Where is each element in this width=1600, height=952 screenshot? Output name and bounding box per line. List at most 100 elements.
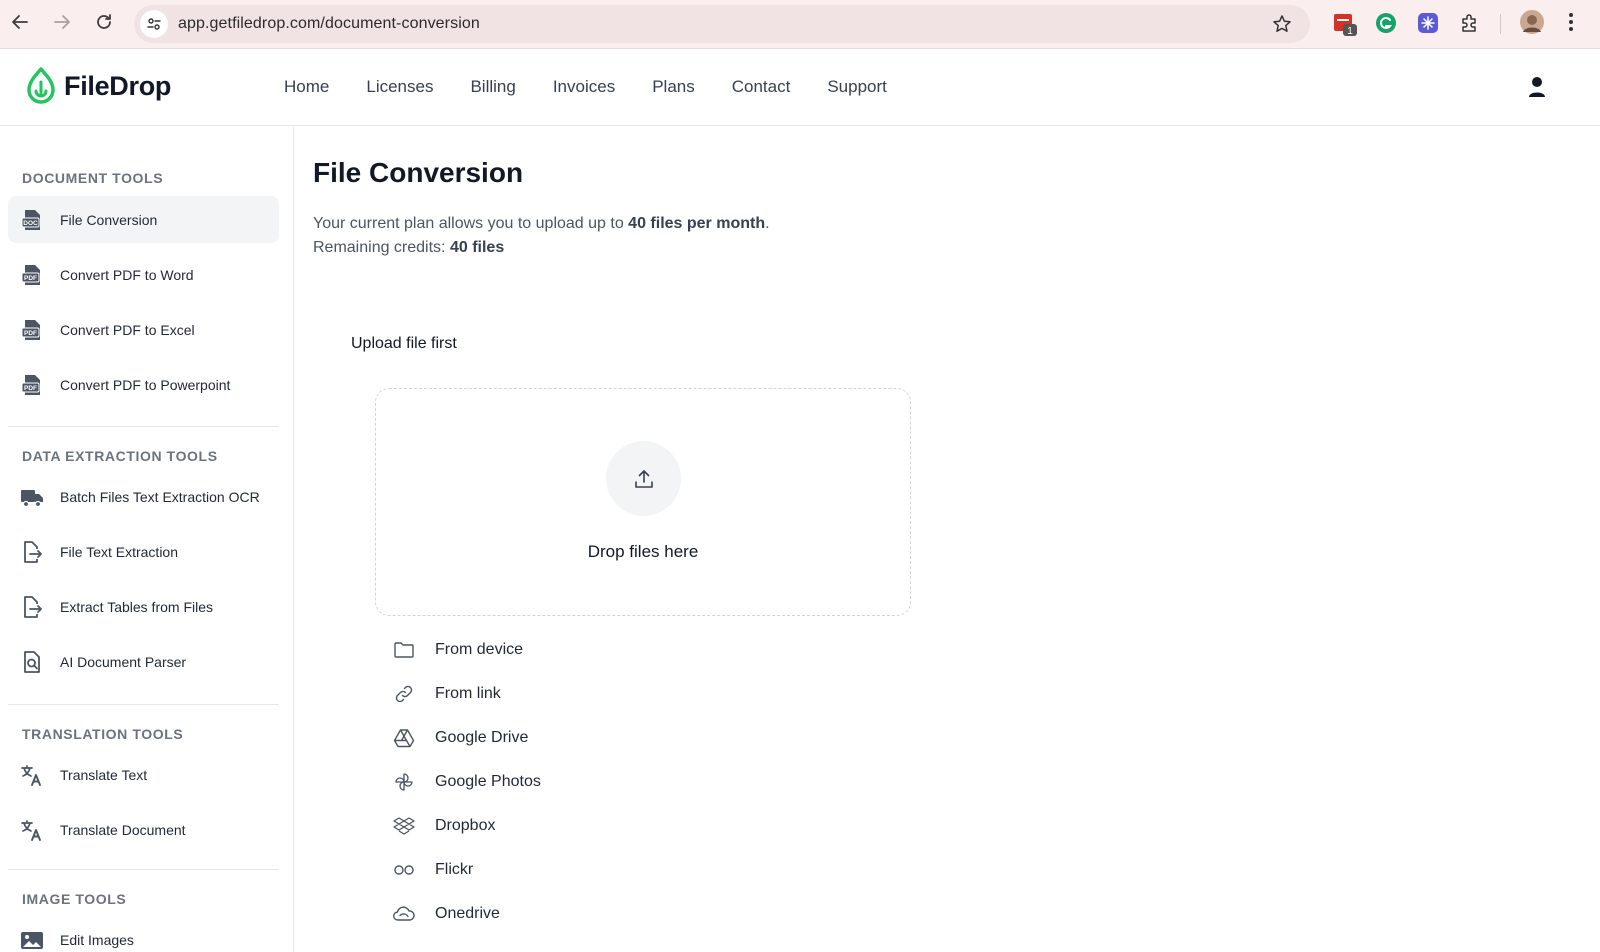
back-button[interactable] [8, 10, 32, 34]
sidebar-item-label: Convert PDF to Excel [60, 321, 195, 338]
url-text: app.getfiledrop.com/document-conversion [178, 15, 480, 32]
reload-icon [97, 14, 111, 29]
truck-icon [21, 490, 43, 508]
file-export-icon [24, 541, 42, 563]
user-account-icon[interactable] [1526, 76, 1548, 98]
sidebar-item-ai-document-parser[interactable]: AI Document Parser [8, 638, 279, 685]
snowflake-extension-icon[interactable] [1417, 12, 1439, 34]
browser-menu-icon[interactable] [1568, 12, 1578, 34]
svg-text:PDF: PDF [24, 385, 37, 392]
sidebar-item-label: AI Document Parser [60, 653, 187, 670]
source-label: Flickr [435, 861, 474, 878]
extensions-puzzle-icon[interactable] [1459, 12, 1481, 34]
file-search-icon [24, 651, 40, 673]
credits-value: 40 files [449, 239, 505, 256]
source-label: Google Drive [435, 729, 529, 746]
sidebar-item-file-conversion[interactable]: DOC File Conversion [8, 196, 279, 243]
sidebar-divider [8, 426, 279, 427]
section-image-tools: IMAGE TOOLS [22, 891, 127, 907]
page-title: File Conversion [313, 157, 524, 188]
upload-heading: Upload file first [351, 335, 457, 352]
nav-home[interactable]: Home [284, 77, 329, 97]
source-onedrive[interactable]: Onedrive [393, 899, 693, 929]
flickr-icon [394, 865, 414, 875]
grammarly-extension-icon[interactable] [1375, 12, 1397, 34]
onedrive-icon [393, 906, 415, 921]
source-from-device[interactable]: From device [393, 635, 693, 665]
nav-licenses[interactable]: Licenses [366, 77, 433, 97]
nav-invoices[interactable]: Invoices [553, 77, 615, 97]
toolbar-divider [1500, 14, 1501, 34]
arrow-left-icon [12, 15, 28, 29]
source-label: From link [435, 685, 501, 702]
forward-button[interactable] [50, 10, 74, 34]
pdf-file-icon: PDF [21, 320, 40, 340]
site-info-icon[interactable] [140, 10, 168, 38]
nav-contact[interactable]: Contact [732, 77, 791, 97]
image-icon [21, 932, 43, 949]
sidebar-item-pdf-to-excel[interactable]: PDF Convert PDF to Excel [8, 306, 279, 353]
google-drive-icon [393, 729, 415, 748]
sidebar-item-label: Extract Tables from Files [60, 598, 214, 615]
svg-text:PDF: PDF [24, 330, 37, 337]
credits-label: Remaining credits: [313, 239, 450, 256]
upload-icon [634, 469, 653, 488]
calendar-extension-icon[interactable]: 1 [1333, 12, 1357, 37]
source-flickr[interactable]: Flickr [393, 855, 693, 885]
upload-button[interactable] [606, 441, 681, 516]
source-google-photos[interactable]: Google Photos [393, 767, 693, 797]
translate-icon [21, 820, 41, 841]
source-label: From device [435, 641, 524, 658]
file-export-icon [24, 596, 42, 618]
sidebar-item-extract-tables[interactable]: Extract Tables from Files [8, 583, 279, 630]
folder-icon [394, 642, 414, 658]
sidebar-divider [8, 704, 279, 705]
nav-support[interactable]: Support [827, 77, 887, 97]
sidebar-item-label: Edit Images [60, 931, 134, 948]
sidebar-item-label: File Text Extraction [60, 543, 179, 560]
sidebar-item-file-text-extraction[interactable]: File Text Extraction [8, 528, 279, 575]
plan-text-prefix: Your current plan allows you to upload u… [313, 215, 629, 232]
section-document-tools: DOCUMENT TOOLS [22, 170, 164, 186]
sidebar: DOCUMENT TOOLS DOC File Conversion PDF C… [0, 127, 294, 952]
sidebar-item-label: Convert PDF to Word [60, 266, 194, 283]
plan-text-suffix: . [765, 215, 770, 232]
app-header: FileDrop Home Licenses Billing Invoices … [0, 50, 1600, 126]
sidebar-item-label: File Conversion [60, 211, 158, 228]
sidebar-item-label: Batch Files Text Extraction OCR [60, 488, 260, 505]
sidebar-item-translate-document[interactable]: Translate Document [8, 806, 279, 853]
sidebar-item-label: Convert PDF to Powerpoint [60, 376, 231, 393]
sidebar-item-edit-images[interactable]: Edit Images [8, 916, 279, 952]
source-from-link[interactable]: From link [393, 679, 693, 709]
nav-billing[interactable]: Billing [470, 77, 515, 97]
filedrop-logo-icon [27, 67, 55, 104]
address-bar[interactable]: app.getfiledrop.com/document-conversion [134, 5, 1310, 43]
source-label: Onedrive [435, 905, 500, 922]
filedrop-logo[interactable]: FileDrop [24, 66, 171, 106]
sidebar-item-pdf-to-word[interactable]: PDF Convert PDF to Word [8, 251, 279, 298]
plan-info: Your current plan allows you to upload u… [313, 212, 770, 260]
source-google-drive[interactable]: Google Drive [393, 723, 693, 753]
extension-badge: 1 [1347, 26, 1353, 37]
sidebar-item-translate-text[interactable]: Translate Text [8, 751, 279, 798]
drop-files-text: Drop files here [587, 542, 699, 561]
source-label: Dropbox [435, 817, 496, 834]
profile-avatar[interactable] [1520, 10, 1544, 34]
file-dropzone[interactable]: Drop files here [375, 388, 911, 616]
source-dropbox[interactable]: Dropbox [393, 811, 693, 841]
dropbox-icon [393, 817, 415, 835]
nav-plans[interactable]: Plans [652, 77, 695, 97]
reload-button[interactable] [92, 10, 116, 34]
sidebar-item-batch-ocr[interactable]: Batch Files Text Extraction OCR [8, 473, 279, 520]
top-navigation: Home Licenses Billing Invoices Plans Con… [284, 77, 924, 97]
svg-text:DOC: DOC [23, 220, 38, 227]
plan-limit: 40 files per month [628, 215, 766, 232]
link-icon [395, 685, 413, 703]
translate-icon [21, 765, 41, 786]
pdf-file-icon: PDF [21, 265, 40, 285]
sidebar-item-pdf-to-powerpoint[interactable]: PDF Convert PDF to Powerpoint [8, 361, 279, 408]
sidebar-divider [8, 869, 279, 870]
google-photos-icon [395, 773, 413, 791]
section-translation-tools: TRANSLATION TOOLS [22, 726, 184, 742]
bookmark-star-icon[interactable] [1272, 14, 1292, 34]
